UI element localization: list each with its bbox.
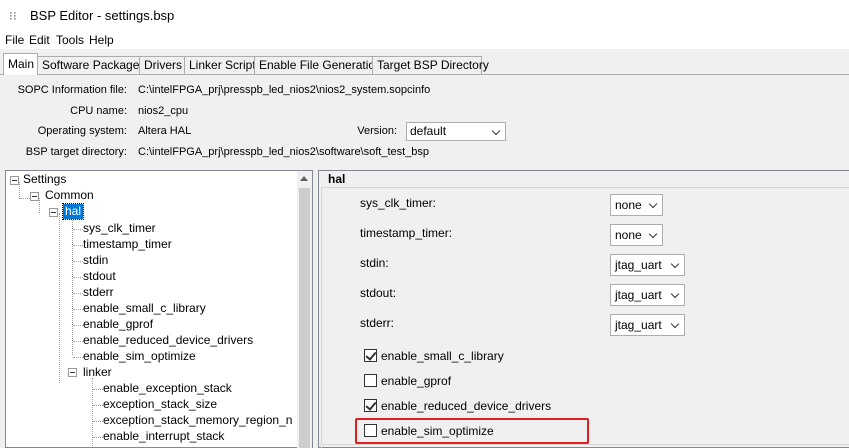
- menu-help[interactable]: Help: [89, 33, 114, 47]
- stderr-value: jtag_uart: [615, 318, 662, 332]
- enable-small-c-library-checkbox[interactable]: [364, 349, 377, 362]
- enable-reduced-device-drivers-label: enable_reduced_device_drivers: [381, 399, 552, 413]
- stdin-value: jtag_uart: [615, 258, 662, 272]
- bsp-dir-value: C:\intelFPGA_prj\presspb_led_nios2\softw…: [138, 146, 430, 158]
- enable-reduced-device-drivers-checkbox[interactable]: [364, 399, 377, 412]
- chevron-down-icon: [648, 229, 658, 239]
- chevron-down-icon: [670, 289, 680, 299]
- timestamp-timer-label: timestamp_timer:: [360, 226, 453, 240]
- enable-gprof-label: enable_gprof: [381, 374, 452, 388]
- tree-connector: [73, 357, 83, 358]
- tree-node-enable-interrupt-stack[interactable]: enable_interrupt_stack: [103, 429, 224, 444]
- tree-connector: [93, 405, 103, 406]
- stdin-select[interactable]: jtag_uart: [610, 254, 685, 276]
- sys-clk-timer-value: none: [615, 198, 642, 212]
- stderr-select[interactable]: jtag_uart: [610, 314, 685, 336]
- tree-connector: [73, 277, 83, 278]
- tree-node-stdin[interactable]: stdin: [83, 253, 108, 268]
- menu-file[interactable]: File: [5, 33, 24, 47]
- tree-connector: [59, 213, 60, 383]
- tree-node-hal[interactable]: hal: [61, 203, 85, 220]
- tree-connector: [73, 261, 83, 262]
- os-label: Operating system:: [37, 125, 127, 137]
- stdin-label: stdin:: [360, 256, 389, 270]
- stdout-label: stdout:: [360, 286, 397, 300]
- collapse-icon[interactable]: [68, 368, 77, 377]
- timestamp-timer-value: none: [615, 228, 642, 242]
- panel-bottom-divider: [321, 444, 849, 445]
- os-value: Altera HAL: [138, 125, 192, 137]
- stderr-label: stderr:: [360, 316, 395, 330]
- tree-connector: [72, 215, 73, 355]
- menu-edit[interactable]: Edit: [29, 33, 50, 47]
- tree-node-sys-clk-timer[interactable]: sys_clk_timer: [83, 221, 156, 236]
- tree-connector: [93, 389, 103, 390]
- tree-node-enable-sim-optimize[interactable]: enable_sim_optimize: [83, 349, 196, 364]
- tree-connector: [93, 421, 103, 422]
- tab-software-packages[interactable]: Software Packages: [37, 56, 145, 74]
- tree-connector: [73, 229, 83, 230]
- enable-gprof-checkbox[interactable]: [364, 374, 377, 387]
- tree-node-timestamp-timer[interactable]: timestamp_timer: [83, 237, 172, 252]
- tab-divider: [0, 74, 849, 75]
- cpu-label: CPU name:: [70, 105, 127, 117]
- tree-node-enable-exception-stack[interactable]: enable_exception_stack: [103, 381, 232, 396]
- version-value: default: [410, 124, 447, 138]
- tree-node-exception-stack-size[interactable]: exception_stack_size: [103, 397, 217, 412]
- enable-small-c-library-label: enable_small_c_library: [381, 349, 504, 363]
- tree-node-linker[interactable]: linker: [83, 365, 112, 380]
- timestamp-timer-select[interactable]: none: [610, 224, 663, 246]
- stdout-select[interactable]: jtag_uart: [610, 284, 685, 306]
- bsp-dir-label: BSP target directory:: [25, 146, 127, 158]
- tab-target-bsp-directory[interactable]: Target BSP Directory: [372, 56, 489, 74]
- menu-bar: File Edit Tools Help: [0, 32, 849, 49]
- tree-connector: [73, 245, 83, 246]
- tree-connector: [73, 325, 83, 326]
- scroll-thumb[interactable]: [299, 188, 310, 448]
- collapse-icon[interactable]: [30, 192, 39, 201]
- tree-node-enable-reduced-device-drivers[interactable]: enable_reduced_device_drivers: [83, 333, 253, 348]
- tree-node-common[interactable]: Common: [45, 188, 94, 203]
- tree-connector: [39, 198, 40, 213]
- sys-clk-timer-select[interactable]: none: [610, 194, 663, 216]
- tab-strip: Main Software Packages Drivers Linker Sc…: [0, 52, 849, 75]
- menu-tools[interactable]: Tools: [56, 33, 84, 47]
- tab-drivers[interactable]: Drivers: [139, 56, 185, 74]
- tree-connector: [19, 182, 20, 199]
- tree-scrollbar[interactable]: [297, 171, 312, 448]
- app-dots-icon: ⁝⁝: [9, 9, 17, 23]
- collapse-icon[interactable]: [49, 208, 58, 217]
- scroll-up-arrow-icon[interactable]: [300, 176, 308, 181]
- collapse-icon[interactable]: [10, 176, 19, 185]
- tree-connector: [73, 293, 83, 294]
- settings-tree[interactable]: Settings Common hal sys_clk_timer timest…: [5, 170, 313, 448]
- stdout-value: jtag_uart: [615, 288, 662, 302]
- tab-linker-script[interactable]: Linker Script: [184, 56, 256, 74]
- chevron-down-icon: [491, 126, 501, 136]
- tree-connector: [93, 437, 103, 438]
- sopc-label: SOPC Information file:: [17, 84, 127, 96]
- tree-node-exception-stack-memory-region[interactable]: exception_stack_memory_region_n: [103, 413, 292, 428]
- cpu-value: nios2_cpu: [138, 105, 189, 117]
- version-label: Version:: [357, 125, 397, 137]
- tree-node-enable-small-c-library[interactable]: enable_small_c_library: [83, 301, 206, 316]
- sopc-value: C:\intelFPGA_prj\presspb_led_nios2\nios2…: [138, 84, 431, 96]
- chevron-down-icon: [648, 199, 658, 209]
- tree-node-stdout[interactable]: stdout: [83, 269, 116, 284]
- chevron-down-icon: [670, 259, 680, 269]
- highlight-box: [355, 418, 589, 444]
- tree-node-settings[interactable]: Settings: [23, 172, 66, 187]
- group-title: hal: [328, 172, 346, 186]
- tree-connector: [73, 309, 83, 310]
- tab-main[interactable]: Main: [3, 53, 38, 75]
- sys-clk-timer-label: sys_clk_timer:: [360, 196, 437, 210]
- tab-enable-file-generation[interactable]: Enable File Generation: [254, 56, 382, 74]
- window-title: BSP Editor - settings.bsp: [30, 8, 175, 23]
- chevron-down-icon: [670, 319, 680, 329]
- tree-connector: [73, 341, 83, 342]
- tree-node-stderr[interactable]: stderr: [83, 285, 114, 300]
- tree-node-enable-gprof[interactable]: enable_gprof: [83, 317, 153, 332]
- version-select[interactable]: default: [406, 122, 506, 141]
